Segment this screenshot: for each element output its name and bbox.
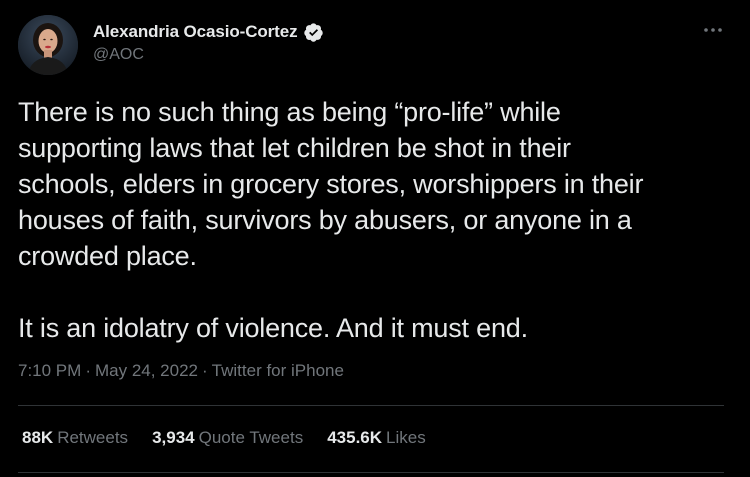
likes-stat[interactable]: 435.6K Likes	[327, 428, 426, 448]
divider	[18, 472, 724, 473]
verified-badge-icon	[303, 22, 324, 43]
tweet-time[interactable]: 7:10 PM	[18, 361, 81, 380]
handle[interactable]: @AOC	[93, 46, 324, 64]
tweet-source[interactable]: Twitter for iPhone	[212, 361, 344, 380]
retweets-count: 88K	[22, 428, 54, 447]
more-horizontal-icon	[704, 28, 722, 32]
tweet-paragraph: There is no such thing as being “pro-lif…	[18, 97, 644, 271]
name-row: Alexandria Ocasio-Cortez	[93, 20, 324, 44]
likes-count: 435.6K	[327, 428, 383, 447]
quote-tweets-stat[interactable]: 3,934 Quote Tweets	[152, 428, 303, 448]
display-name[interactable]: Alexandria Ocasio-Cortez	[93, 22, 298, 42]
meta-separator: ·	[202, 361, 208, 380]
tweet-card: Alexandria Ocasio-Cortez @AOC There is n…	[0, 0, 750, 477]
tweet-date[interactable]: May 24, 2022	[95, 361, 198, 380]
tweet-paragraph: It is an idolatry of violence. And it mu…	[18, 313, 528, 343]
quote-tweets-label: Quote Tweets	[198, 428, 304, 447]
author-block: Alexandria Ocasio-Cortez @AOC	[93, 20, 324, 64]
tweet-meta: 7:10 PM · May 24, 2022 · Twitter for iPhone	[18, 361, 344, 381]
avatar[interactable]	[18, 15, 78, 75]
profile-photo	[18, 15, 78, 75]
quote-tweets-count: 3,934	[152, 428, 195, 447]
divider	[18, 405, 724, 406]
retweets-stat[interactable]: 88K Retweets	[22, 428, 128, 448]
likes-label: Likes	[386, 428, 426, 447]
more-options-button[interactable]	[702, 20, 724, 40]
tweet-text: There is no such thing as being “pro-lif…	[18, 94, 733, 346]
engagement-stats: 88K Retweets 3,934 Quote Tweets 435.6K Like…	[22, 428, 450, 448]
retweets-label: Retweets	[57, 428, 129, 447]
meta-separator: ·	[85, 361, 91, 380]
